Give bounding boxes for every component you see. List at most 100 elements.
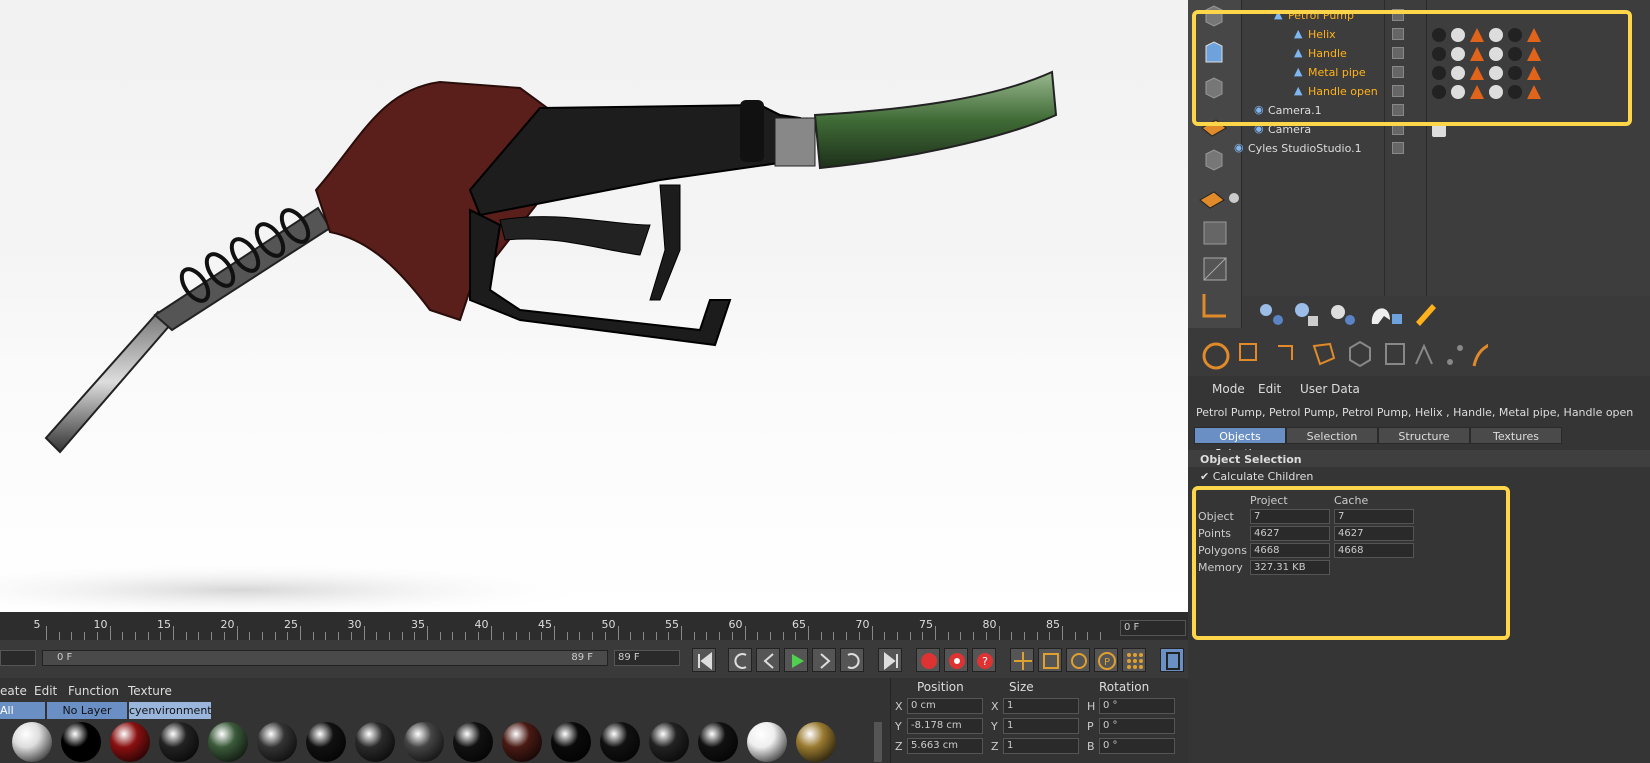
material-swatch[interactable] <box>649 722 689 762</box>
rotation-field[interactable]: 0 ° <box>1099 698 1175 714</box>
calculate-children-checkbox[interactable]: ✔ Calculate Children <box>1200 470 1313 483</box>
timeline-tick <box>477 632 479 640</box>
prev-key-button[interactable] <box>728 648 752 672</box>
param-key-icon[interactable]: P <box>1094 648 1118 672</box>
timeline-tick <box>134 632 136 640</box>
next-key-button[interactable] <box>840 648 864 672</box>
size-field[interactable]: 1 <box>1003 698 1079 714</box>
visibility-toggle[interactable] <box>1392 142 1404 154</box>
tab-structure[interactable]: Structure <box>1378 427 1470 444</box>
menu-user-data[interactable]: User Data <box>1300 382 1360 396</box>
scrollbar[interactable] <box>874 722 882 762</box>
material-swatch[interactable] <box>600 722 640 762</box>
axis-mode-icon[interactable] <box>1196 182 1239 212</box>
timeline-tick <box>401 632 403 640</box>
material-swatch[interactable] <box>747 722 787 762</box>
timeline-tick <box>985 632 987 640</box>
cube-icon-3[interactable] <box>1196 146 1232 176</box>
position-field[interactable]: -8.178 cm <box>907 718 983 734</box>
end-frame-field[interactable]: 89 F <box>614 650 680 666</box>
min-frame-field[interactable] <box>0 650 36 666</box>
menu-create[interactable]: eate <box>0 684 27 698</box>
size-field[interactable]: 1 <box>1003 738 1079 754</box>
primitive-icons[interactable] <box>1252 298 1512 332</box>
material-swatch[interactable] <box>12 722 52 762</box>
axis-label: P <box>1087 720 1094 733</box>
axis-label: X <box>895 700 903 713</box>
menu-texture[interactable]: Texture <box>128 684 172 698</box>
workplane-icon[interactable] <box>1196 254 1232 284</box>
next-frame-button[interactable] <box>812 648 836 672</box>
key-help-button[interactable]: ? <box>972 648 996 672</box>
material-swatch[interactable] <box>110 722 150 762</box>
move-key-icon[interactable] <box>1010 648 1034 672</box>
timeline-tick <box>871 626 873 640</box>
timeline-window-icon[interactable] <box>1160 648 1184 672</box>
menu-edit[interactable]: Edit <box>1258 382 1281 396</box>
filter-cyenvironment[interactable]: cyenvironment <box>129 702 212 719</box>
rotation-field[interactable]: 0 ° <box>1099 738 1175 754</box>
highlight-box-stats <box>1192 486 1510 640</box>
scale-key-icon[interactable] <box>1038 648 1062 672</box>
svg-text:P: P <box>1104 657 1110 668</box>
timeline-tick <box>287 632 289 640</box>
tab-objects-selection[interactable]: Objects Selection <box>1194 427 1286 460</box>
material-swatch[interactable] <box>698 722 738 762</box>
timeline-tick <box>249 632 251 640</box>
size-field[interactable]: 1 <box>1003 718 1079 734</box>
timeline-tick <box>236 626 238 640</box>
menu-mode[interactable]: Mode <box>1212 382 1245 396</box>
rotate-key-icon[interactable] <box>1066 648 1090 672</box>
go-to-end-button[interactable] <box>878 648 902 672</box>
position-field[interactable]: 5.663 cm <box>907 738 983 754</box>
go-to-start-button[interactable] <box>692 648 716 672</box>
material-swatch[interactable] <box>796 722 836 762</box>
camera-icon: ◉ <box>1234 141 1244 154</box>
menu-edit[interactable]: Edit <box>34 684 57 698</box>
timeline-tick-label: 55 <box>665 618 679 631</box>
filter-all[interactable]: All <box>0 702 45 719</box>
autokey-button[interactable] <box>944 648 968 672</box>
frame-range-slider[interactable]: 0 F 89 F <box>42 650 608 666</box>
3d-viewport[interactable] <box>0 0 1188 612</box>
timeline-tick <box>414 632 416 640</box>
timeline-tick <box>554 626 555 640</box>
material-swatch[interactable] <box>306 722 346 762</box>
material-swatch[interactable] <box>502 722 542 762</box>
timeline-tick <box>503 632 505 640</box>
timeline-tick <box>922 632 924 640</box>
timeline-tick <box>1036 632 1038 640</box>
timeline-tick <box>706 632 708 640</box>
material-swatch[interactable] <box>61 722 101 762</box>
object-row[interactable]: ◉ Cyles StudioStudio.1 <box>1234 139 1650 159</box>
timeline-tick <box>896 632 898 640</box>
material-swatch[interactable] <box>355 722 395 762</box>
filter-no-layer[interactable]: No Layer <box>47 702 127 719</box>
rotation-field[interactable]: 0 ° <box>1099 718 1175 734</box>
prev-frame-button[interactable] <box>756 648 780 672</box>
texture-grid-icon[interactable] <box>1196 218 1232 248</box>
point-level-icon[interactable] <box>1122 648 1146 672</box>
current-frame-field[interactable]: 0 F <box>1120 620 1186 636</box>
axis-label: Y <box>895 720 902 733</box>
spline-tools-icons[interactable] <box>1188 336 1495 376</box>
material-swatch[interactable] <box>551 722 591 762</box>
position-field[interactable]: 0 cm <box>907 698 983 714</box>
timeline-tick <box>350 632 352 640</box>
locked-workplane-icon[interactable] <box>1196 290 1232 320</box>
timeline-tick <box>617 626 619 640</box>
tab-selection[interactable]: Selection <box>1286 427 1378 444</box>
material-swatch[interactable] <box>257 722 297 762</box>
material-swatch[interactable] <box>159 722 199 762</box>
material-swatch[interactable] <box>208 722 248 762</box>
timeline-ruler[interactable]: 5 10 15 20 25 30 35 40 45 50 55 60 65 70 75 80 85 0 F <box>0 612 1188 640</box>
play-button[interactable] <box>784 648 808 672</box>
timeline-tick <box>1100 632 1102 640</box>
timeline-tick <box>528 632 530 640</box>
material-swatch[interactable] <box>404 722 444 762</box>
svg-text:?: ? <box>982 655 988 668</box>
record-button[interactable] <box>916 648 940 672</box>
material-swatch[interactable] <box>453 722 493 762</box>
tab-textures[interactable]: Textures <box>1470 427 1562 444</box>
menu-function[interactable]: Function <box>68 684 119 698</box>
